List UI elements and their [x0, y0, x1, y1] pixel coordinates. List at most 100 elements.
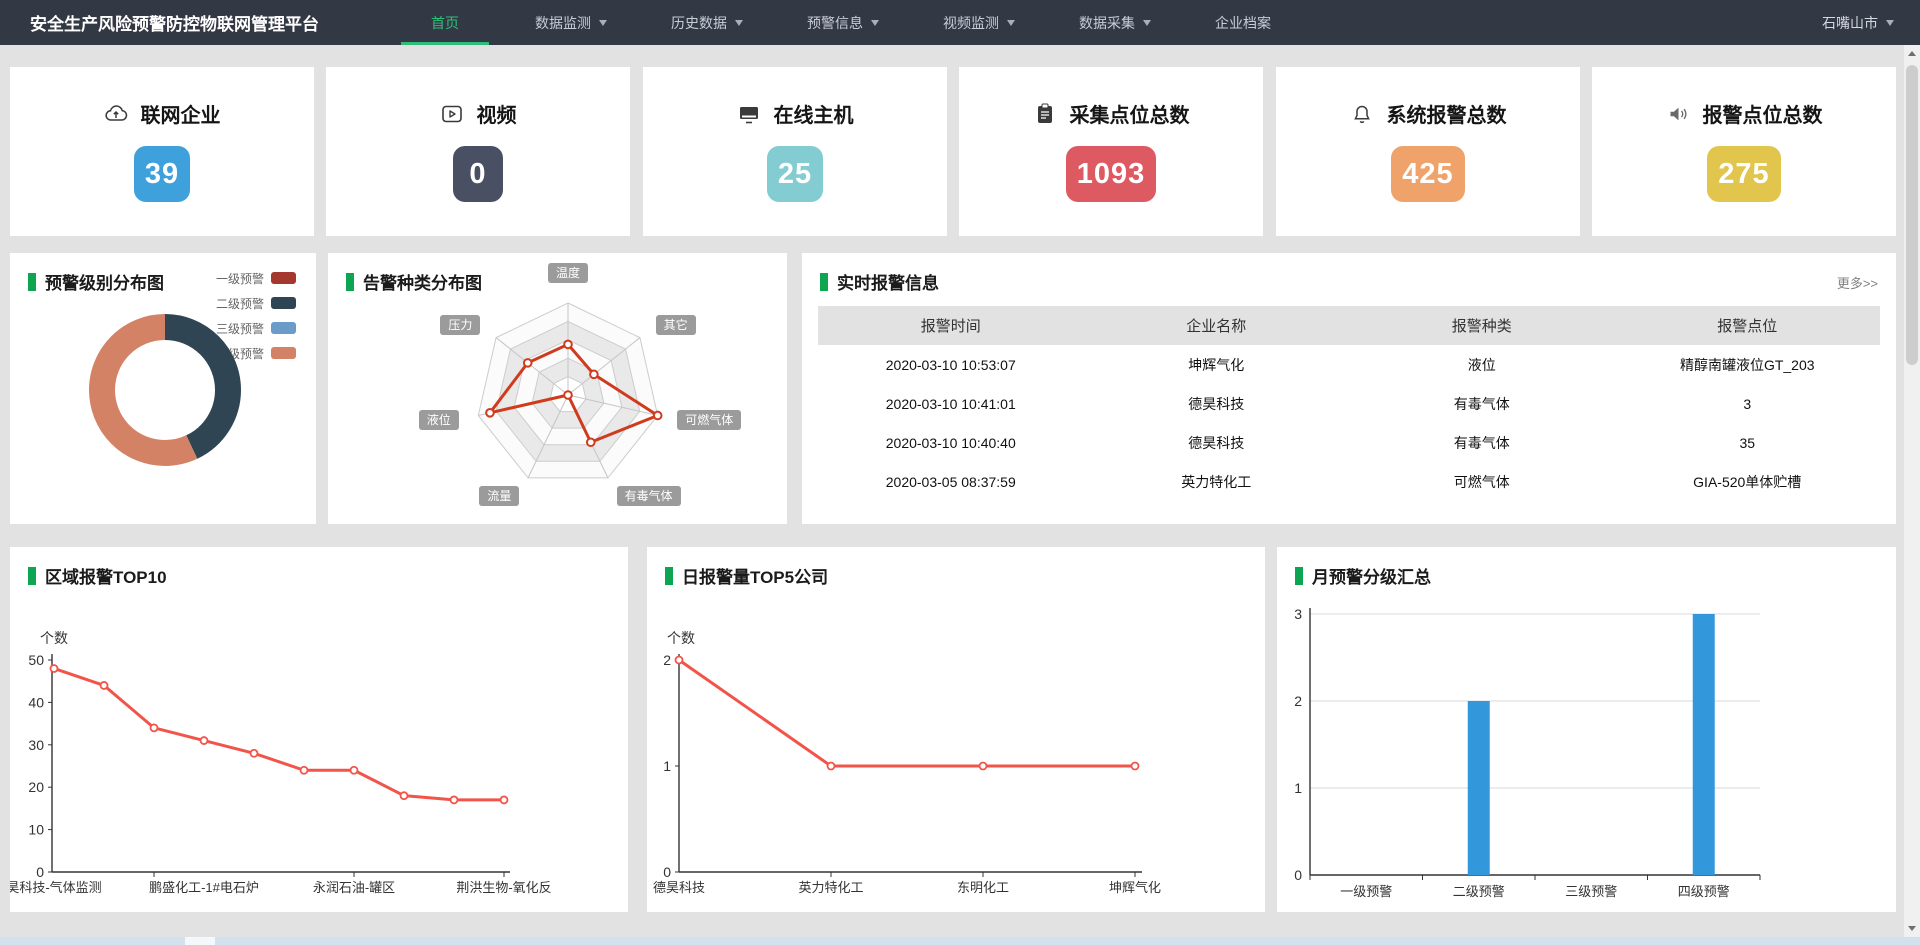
- green-block-icon: [820, 273, 828, 291]
- stat-label: 在线主机: [774, 99, 854, 128]
- clipboard-icon: [1033, 102, 1057, 126]
- nav-item-home[interactable]: 首页: [401, 0, 489, 45]
- vertical-scrollbar[interactable]: [1904, 45, 1920, 937]
- nav-menu: 首页 数据监测 历史数据 预警信息 视频监测 数据采集 企业档案: [387, 0, 1303, 45]
- svg-text:0: 0: [663, 864, 671, 880]
- table-cell: 英力特化工: [1084, 472, 1350, 492]
- svg-text:50: 50: [28, 652, 44, 668]
- stat-label: 报警点位总数: [1703, 99, 1823, 128]
- scroll-down-arrow[interactable]: [1904, 920, 1920, 937]
- monthly-warning-summary-card: 月预警分级汇总 0123一级预警二级预警三级预警四级预警: [1277, 547, 1896, 912]
- chevron-down-icon: [1143, 20, 1151, 26]
- table-row[interactable]: 2020-03-10 10:40:40德昊科技有毒气体35: [818, 423, 1880, 462]
- stat-value-badge: 425: [1391, 146, 1464, 202]
- nav-item-2[interactable]: 历史数据: [653, 0, 761, 45]
- stat-card-1: 视频0: [326, 67, 630, 236]
- nav-item-label: 数据监测: [535, 13, 591, 33]
- table-cell: GIA-520单体贮槽: [1615, 472, 1881, 492]
- speaker-icon: [1666, 102, 1690, 126]
- warning-level-pie-card: 预警级别分布图 一级预警二级预警三级预警四级预警: [10, 253, 316, 524]
- svg-text:四级预警: 四级预警: [1678, 884, 1730, 899]
- top-nav: 安全生产风险预警防控物联网管理平台 首页数据监测历史数据预警信息视频监测数据采集…: [0, 0, 1920, 45]
- stat-value-badge: 1093: [1066, 146, 1157, 202]
- svg-text:东明化工: 东明化工: [957, 880, 1009, 895]
- table-cell: 3: [1615, 396, 1881, 412]
- table-cell: 有毒气体: [1349, 394, 1615, 414]
- svg-text:40: 40: [28, 694, 44, 710]
- table-cell: 坤辉气化: [1084, 355, 1350, 375]
- chevron-down-icon: [1007, 20, 1015, 26]
- svg-text:英力特化工: 英力特化工: [798, 880, 863, 895]
- table-header-cell: 报警点位: [1615, 315, 1881, 336]
- svg-text:30: 30: [28, 737, 44, 753]
- nav-item-1[interactable]: 数据监测: [517, 0, 625, 45]
- table-cell: 精醇南罐液位GT_203: [1615, 355, 1881, 375]
- svg-text:0: 0: [1294, 867, 1302, 883]
- stat-label: 视频: [477, 99, 517, 128]
- alarm-type-radar-card: 告警种类分布图 温度其它可燃气体有毒气体流量液位压力: [328, 253, 787, 524]
- stat-card-3: 采集点位总数1093: [959, 67, 1263, 236]
- svg-text:一级预警: 一级预警: [1340, 884, 1392, 899]
- svg-text:鹏盛化工-1#电石炉: 鹏盛化工-1#电石炉: [149, 880, 259, 895]
- radar-axis-label-3: 有毒气体: [617, 486, 681, 506]
- stat-card-header: 报警点位总数: [1592, 99, 1896, 128]
- svg-text:1: 1: [663, 758, 671, 774]
- chevron-up-icon: [1908, 51, 1916, 56]
- nav-item-3[interactable]: 预警信息: [789, 0, 897, 45]
- svg-text:1: 1: [1294, 780, 1302, 796]
- card-title: 实时报警信息: [820, 269, 939, 294]
- scroll-up-arrow[interactable]: [1904, 45, 1920, 62]
- table-cell: 2020-03-10 10:40:40: [818, 435, 1084, 451]
- region-selector[interactable]: 石嘴山市: [1822, 13, 1894, 33]
- radar-axis-label-0: 温度: [548, 263, 588, 283]
- radar-axis-label-4: 流量: [479, 486, 519, 506]
- bottom-horizontal-scrollbar[interactable]: [0, 937, 1920, 945]
- nav-item-label: 历史数据: [671, 13, 727, 33]
- video-icon: [440, 102, 464, 126]
- more-link[interactable]: 更多>>: [1837, 273, 1878, 292]
- stat-card-0: 联网企业39: [10, 67, 314, 236]
- table-header-cell: 企业名称: [1084, 315, 1350, 336]
- table-row[interactable]: 2020-03-05 08:37:59英力特化工可燃气体GIA-520单体贮槽: [818, 462, 1880, 501]
- svg-text:2: 2: [663, 652, 671, 668]
- stat-card-header: 在线主机: [643, 99, 947, 128]
- table-cell: 有毒气体: [1349, 433, 1615, 453]
- svg-text:德昊科技: 德昊科技: [653, 880, 705, 895]
- svg-text:二级预警: 二级预警: [1453, 884, 1505, 899]
- stat-card-header: 视频: [326, 99, 630, 128]
- svg-text:0: 0: [36, 864, 44, 880]
- svg-text:昊科技-气体监测: 昊科技-气体监测: [10, 880, 102, 895]
- radar-axis-label-5: 液位: [419, 410, 459, 430]
- dashboard-page: 安全生产风险预警防控物联网管理平台 首页数据监测历史数据预警信息视频监测数据采集…: [0, 0, 1920, 945]
- nav-item-5[interactable]: 数据采集: [1061, 0, 1169, 45]
- nav-item-label: 数据采集: [1079, 13, 1135, 33]
- stat-card-5: 报警点位总数275: [1592, 67, 1896, 236]
- nav-item-label: 首页: [431, 13, 459, 33]
- nav-item-label: 视频监测: [943, 13, 999, 33]
- table-card-title-text: 实时报警信息: [837, 269, 939, 294]
- region-label: 石嘴山市: [1822, 13, 1878, 33]
- chevron-down-icon: [735, 20, 743, 26]
- scrollbar-thumb[interactable]: [1906, 65, 1918, 365]
- table-cell: 德昊科技: [1084, 433, 1350, 453]
- stat-value-badge: 25: [767, 146, 823, 202]
- stat-card-4: 系统报警总数425: [1276, 67, 1580, 236]
- chevron-down-icon: [599, 20, 607, 26]
- realtime-alarm-table: 报警时间企业名称报警种类报警点位 2020-03-10 10:53:07坤辉气化液…: [818, 306, 1880, 501]
- svg-text:永润石油-罐区: 永润石油-罐区: [313, 880, 395, 895]
- svg-text:个数: 个数: [667, 630, 695, 646]
- table-cell: 2020-03-10 10:41:01: [818, 396, 1084, 412]
- horizontal-scrollbar-segment: [185, 937, 215, 945]
- table-header-cell: 报警时间: [818, 315, 1084, 336]
- nav-item-4[interactable]: 视频监测: [925, 0, 1033, 45]
- nav-item-6[interactable]: 企业档案: [1197, 0, 1289, 45]
- nav-item-label: 预警信息: [807, 13, 863, 33]
- stat-label: 联网企业: [141, 99, 221, 128]
- svg-text:三级预警: 三级预警: [1565, 884, 1617, 899]
- table-row[interactable]: 2020-03-10 10:53:07坤辉气化液位精醇南罐液位GT_203: [818, 345, 1880, 384]
- table-row[interactable]: 2020-03-10 10:41:01德昊科技有毒气体3: [818, 384, 1880, 423]
- table-cell: 德昊科技: [1084, 394, 1350, 414]
- nav-item-label: 企业档案: [1215, 13, 1271, 33]
- table-header-cell: 报警种类: [1349, 315, 1615, 336]
- table-cell: 35: [1615, 435, 1881, 451]
